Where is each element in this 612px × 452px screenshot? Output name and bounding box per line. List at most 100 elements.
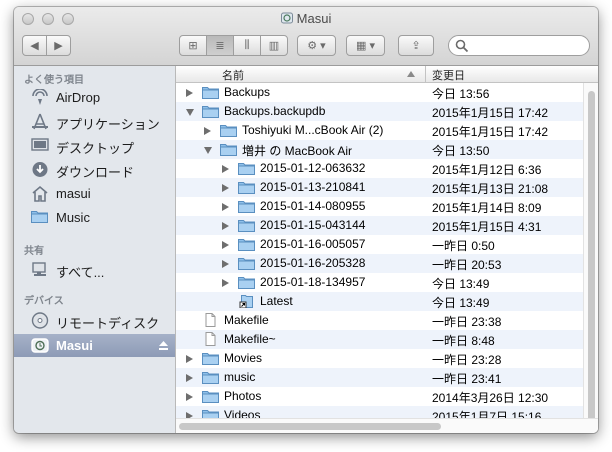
- shared-header: 共有: [24, 246, 44, 257]
- list-row[interactable]: Makefile~ 一昨日 8:48: [176, 330, 584, 349]
- list-row[interactable]: Movies 一昨日 23:28: [176, 349, 584, 368]
- icon-view-icon: ⊞: [188, 40, 198, 52]
- row-name: 2015-01-16-005057: [260, 237, 366, 251]
- disclosure-closed-icon[interactable]: [222, 165, 229, 173]
- row-name: Toshiyuki M...cBook Air (2): [242, 123, 384, 137]
- list-view-button[interactable]: ≣: [206, 35, 234, 56]
- back-button[interactable]: ◀: [22, 35, 47, 56]
- column-divider[interactable]: [425, 66, 426, 82]
- row-date: 今日 13:56: [432, 87, 490, 101]
- share-button[interactable]: ⇪: [398, 35, 434, 56]
- sidebar-item-[interactable]: リモートディスク: [14, 309, 175, 332]
- disclosure-closed-icon[interactable]: [204, 127, 211, 135]
- list-row[interactable]: 2015-01-15-043144 2015年1月15日 4:31: [176, 216, 584, 235]
- sidebar-item-[interactable]: ダウンロード: [14, 158, 175, 181]
- row-name: 2015-01-12-063632: [260, 161, 366, 175]
- folder-icon: [238, 256, 255, 270]
- folder-icon: [238, 161, 255, 175]
- search-field[interactable]: [448, 35, 590, 56]
- row-name: 2015-01-18-134957: [260, 275, 366, 289]
- file-rows: Backups 今日 13:56 Backups.backupdb 2015年1月15…: [176, 83, 584, 419]
- disclosure-closed-icon[interactable]: [186, 374, 193, 382]
- folder-icon: [238, 180, 255, 194]
- list-row[interactable]: 2015-01-16-205328 一昨日 20:53: [176, 254, 584, 273]
- coverflow-view-icon: ▥: [268, 40, 280, 52]
- horizontal-scrollbar[interactable]: [176, 418, 598, 433]
- sidebar-item-masui[interactable]: masui: [14, 182, 175, 205]
- row-name: 2015-01-16-205328: [260, 256, 366, 270]
- list-row[interactable]: 2015-01-14-080955 2015年1月14日 8:09: [176, 197, 584, 216]
- list-row[interactable]: music 一昨日 23:41: [176, 368, 584, 387]
- sidebar-item-label: アプリケーション: [56, 117, 160, 132]
- sidebar-item-airdrop[interactable]: AirDrop: [14, 86, 175, 109]
- row-name: Latest: [260, 294, 293, 308]
- vertical-scroll-thumb[interactable]: [588, 91, 595, 433]
- row-date: 2015年1月13日 21:08: [432, 182, 549, 196]
- row-date: 一昨日 20:53: [432, 258, 502, 272]
- list-row[interactable]: 増井 の MacBook Air 今日 13:50: [176, 140, 584, 159]
- disclosure-closed-icon[interactable]: [222, 222, 229, 230]
- list-row[interactable]: Photos 2014年3月26日 12:30: [176, 387, 584, 406]
- disclosure-closed-icon[interactable]: [222, 203, 229, 211]
- folder-icon: [202, 351, 219, 365]
- column-header: 名前 変更日: [176, 66, 598, 83]
- disclosure-closed-icon[interactable]: [222, 184, 229, 192]
- date-column-header[interactable]: 変更日: [432, 67, 465, 83]
- coverflow-view-button[interactable]: ▥: [260, 35, 288, 56]
- folder-icon: [238, 218, 255, 232]
- list-row[interactable]: 2015-01-16-005057 一昨日 0:50: [176, 235, 584, 254]
- row-name: Backups.backupdb: [224, 104, 326, 118]
- arrange-button[interactable]: ▦ ▾: [346, 35, 385, 56]
- list-row[interactable]: Backups.backupdb 2015年1月15日 17:42: [176, 102, 584, 121]
- forward-icon: ▶: [54, 40, 63, 52]
- folder-icon: [238, 275, 255, 289]
- list-row[interactable]: Backups 今日 13:56: [176, 83, 584, 102]
- icon-view-button[interactable]: ⊞: [179, 35, 207, 56]
- row-name: 2015-01-14-080955: [260, 199, 366, 213]
- sidebar-item-[interactable]: アプリケーション: [14, 110, 175, 133]
- folder-icon: [202, 370, 219, 384]
- devices-header: デバイス: [24, 296, 64, 307]
- list-row[interactable]: Toshiyuki M...cBook Air (2) 2015年1月15日 17…: [176, 121, 584, 140]
- arrange-icon: ▦ ▾: [356, 40, 375, 52]
- list-row[interactable]: Latest 今日 13:49: [176, 292, 584, 311]
- disclosure-closed-icon[interactable]: [222, 241, 229, 249]
- row-date: 一昨日 23:41: [432, 372, 502, 386]
- row-name: Backups: [224, 85, 271, 99]
- name-column-header[interactable]: 名前: [222, 67, 244, 83]
- disclosure-closed-icon[interactable]: [222, 279, 229, 287]
- row-name: 2015-01-15-043144: [260, 218, 366, 232]
- desktop-icon: [31, 137, 49, 154]
- disclosure-open-icon[interactable]: [186, 109, 194, 116]
- file-icon: [202, 332, 219, 346]
- finder-window: Masui ◀ ▶ ⊞ ≣ ⫼ ▥ ⚙ ▾ ▦ ▾ ⇪ よく使う項目 AirDro…: [14, 7, 598, 433]
- sidebar-item-label: masui: [56, 186, 91, 201]
- list-row[interactable]: 2015-01-13-210841 2015年1月13日 21:08: [176, 178, 584, 197]
- list-row[interactable]: 2015-01-12-063632 2015年1月12日 6:36: [176, 159, 584, 178]
- row-date: 一昨日 8:48: [432, 334, 495, 348]
- vertical-scrollbar[interactable]: [583, 83, 598, 433]
- list-row[interactable]: 2015-01-18-134957 今日 13:49: [176, 273, 584, 292]
- forward-button[interactable]: ▶: [46, 35, 71, 56]
- row-date: 2015年1月15日 17:42: [432, 106, 549, 120]
- disclosure-closed-icon[interactable]: [222, 260, 229, 268]
- sidebar-item-masui[interactable]: Masui: [14, 334, 175, 357]
- column-view-button[interactable]: ⫼: [233, 35, 261, 56]
- eject-icon[interactable]: [158, 339, 169, 354]
- list-row[interactable]: Makefile 一昨日 23:38: [176, 311, 584, 330]
- row-date: 今日 13:49: [432, 277, 490, 291]
- disclosure-closed-icon[interactable]: [186, 393, 193, 401]
- sort-ascending-icon: [407, 71, 415, 77]
- disclosure-open-icon[interactable]: [204, 147, 212, 154]
- sidebar-item-[interactable]: デスクトップ: [14, 134, 175, 157]
- sidebar-item-label: AirDrop: [56, 90, 101, 105]
- timemachine-disk-icon: [280, 12, 293, 24]
- sidebar-item-music[interactable]: Music: [14, 206, 175, 229]
- action-button[interactable]: ⚙ ▾: [297, 35, 336, 56]
- disclosure-closed-icon[interactable]: [186, 355, 193, 363]
- horizontal-scroll-thumb[interactable]: [179, 423, 441, 430]
- row-date: 2015年1月12日 6:36: [432, 163, 542, 177]
- row-date: 今日 13:49: [432, 296, 490, 310]
- sidebar-item-[interactable]: すべて...: [14, 258, 175, 281]
- disclosure-closed-icon[interactable]: [186, 89, 193, 97]
